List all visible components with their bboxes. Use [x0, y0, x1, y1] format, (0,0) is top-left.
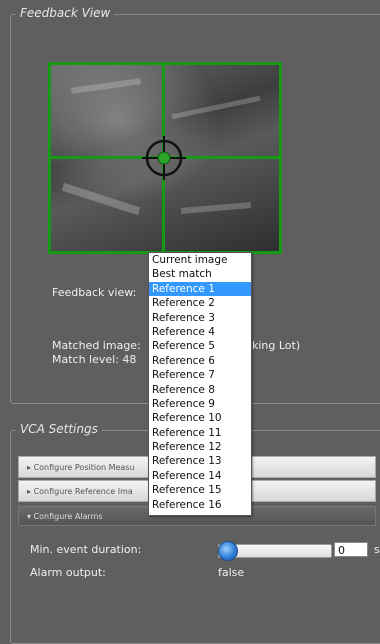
accordion-label: Configure Alarms [33, 512, 103, 521]
dropdown-option[interactable]: Current image [149, 253, 251, 267]
dropdown-option[interactable]: Reference 1 [149, 281, 251, 297]
alarm-output-value: false [218, 566, 245, 579]
feed-detail [171, 95, 261, 120]
min-event-duration-label: Min. event duration: [30, 543, 142, 556]
duration-unit-label: s [374, 543, 380, 556]
feed-detail [61, 182, 141, 216]
chevron-down-icon: ▾ [27, 512, 32, 521]
feedback-view-label: Feedback view: [52, 286, 137, 299]
vca-settings-legend: VCA Settings [16, 422, 102, 436]
matched-image-value: king Lot) [252, 339, 301, 352]
accordion-label: Configure Position Measu [33, 463, 135, 472]
crosshair-icon [142, 136, 186, 180]
dropdown-option[interactable]: Reference 4 [149, 325, 251, 339]
dropdown-option[interactable]: Reference 6 [149, 354, 251, 368]
dropdown-option[interactable]: Reference 7 [149, 368, 251, 382]
accordion-label: Configure Reference Ima [33, 487, 133, 496]
dropdown-option[interactable]: Reference 10 [149, 411, 251, 425]
chevron-right-icon: ▸ [27, 463, 32, 472]
min-event-duration-input[interactable]: 0 [334, 542, 368, 557]
feed-detail [70, 78, 142, 94]
dropdown-option[interactable]: Reference 15 [149, 483, 251, 497]
dropdown-option[interactable]: Reference 14 [149, 469, 251, 483]
feedback-view-dropdown[interactable]: Current image Best match Reference 1 Refere… [148, 252, 252, 516]
dropdown-option[interactable]: Best match [149, 267, 251, 281]
feedback-view-legend: Feedback View [16, 6, 115, 20]
dropdown-option[interactable]: Reference 9 [149, 397, 251, 411]
dropdown-option[interactable]: Reference 12 [149, 440, 251, 454]
camera-feed-image[interactable] [48, 62, 282, 254]
dropdown-option[interactable]: Reference 11 [149, 426, 251, 440]
dropdown-option[interactable]: Reference 16 [149, 498, 251, 512]
dropdown-option[interactable]: Reference 8 [149, 383, 251, 397]
alarm-output-label: Alarm output: [30, 566, 106, 579]
match-level-label: Match level: 48 [52, 353, 137, 366]
slider-handle[interactable] [218, 541, 238, 561]
dropdown-option[interactable]: Reference 2 [149, 296, 251, 310]
dropdown-option[interactable]: Reference 13 [149, 454, 251, 468]
chevron-right-icon: ▸ [27, 487, 32, 496]
feed-detail [180, 201, 252, 215]
dropdown-option[interactable]: Reference 3 [149, 311, 251, 325]
dropdown-option[interactable]: Reference 5 [149, 339, 251, 353]
matched-image-label: Matched image: [52, 339, 141, 352]
